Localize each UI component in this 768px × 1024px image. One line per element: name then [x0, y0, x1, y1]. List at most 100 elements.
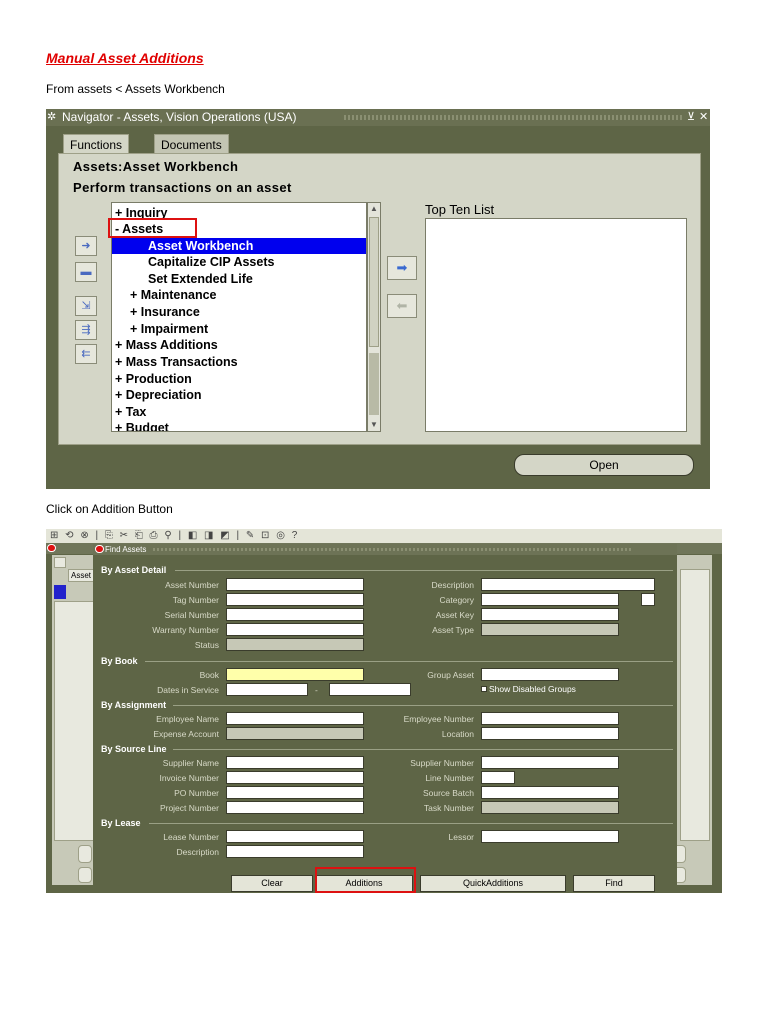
invoice-number-label: Invoice Number — [159, 773, 219, 783]
minimize-icon[interactable]: ⊻ — [687, 109, 695, 126]
tree-item-tax[interactable]: + Tax — [112, 404, 366, 420]
section-book: By Book — [101, 656, 138, 666]
tree-item-mass-additions[interactable]: + Mass Additions — [112, 337, 366, 353]
description-field[interactable] — [481, 578, 655, 591]
category-field[interactable] — [481, 593, 619, 606]
tree-item-production[interactable]: + Production — [112, 371, 366, 387]
section-divider — [145, 661, 673, 662]
supplier-name-field[interactable] — [226, 756, 364, 769]
tree-item-budget[interactable]: + Budget — [112, 420, 366, 431]
tree-item-insurance[interactable]: + Insurance — [112, 304, 366, 320]
function-description: Perform transactions on an asset — [73, 180, 292, 195]
navigator-panel: Assets:Asset Workbench Perform transacti… — [58, 153, 701, 445]
toolbar[interactable]: ⊞ ⟲ ⊗ | ⎘ ✂ ⎗ ⎙ ⚲ | ◧ ◨ ◩ | ✎ ⊡ ◎ ? — [46, 529, 722, 543]
dates-in-service-from[interactable] — [226, 683, 308, 696]
tag-number-label: Tag Number — [172, 595, 219, 605]
document-title: Manual Asset Additions — [46, 50, 204, 66]
lease-number-field[interactable] — [226, 830, 364, 843]
asset-number-field[interactable] — [226, 578, 364, 591]
navigator-titlebar: ✲ Navigator - Assets, Vision Operations … — [46, 109, 710, 126]
employee-name-field[interactable] — [226, 712, 364, 725]
section-divider — [173, 705, 673, 706]
serial-number-field[interactable] — [226, 608, 364, 621]
find-assets-screenshot: ⊞ ⟲ ⊗ | ⎘ ✂ ⎗ ⎙ ⚲ | ◧ ◨ ◩ | ✎ ⊡ ◎ ? Asse… — [46, 529, 722, 893]
book-field[interactable] — [226, 668, 364, 681]
category-label: Category — [439, 595, 475, 605]
supplier-number-label: Supplier Number — [410, 758, 474, 768]
tree-item-mass-transactions[interactable]: + Mass Transactions — [112, 354, 366, 370]
top-ten-label: Top Ten List — [425, 202, 495, 217]
section-asset-detail: By Asset Detail — [101, 565, 167, 575]
supplier-number-field[interactable] — [481, 756, 619, 769]
line-number-label: Line Number — [425, 773, 474, 783]
warranty-number-field[interactable] — [226, 623, 364, 636]
open-button[interactable]: Open — [514, 454, 694, 476]
tag-number-field[interactable] — [226, 593, 364, 606]
employee-number-field[interactable] — [481, 712, 619, 725]
background-close-icon[interactable] — [47, 544, 56, 552]
tree-item-asset-workbench[interactable]: Asset Workbench — [112, 238, 366, 254]
location-label: Location — [441, 729, 474, 739]
quick-additions-button[interactable]: QuickAdditions — [420, 875, 566, 892]
asset-key-field[interactable] — [481, 608, 619, 621]
tree-item-capitalize-cip[interactable]: Capitalize CIP Assets — [112, 254, 366, 270]
group-asset-field[interactable] — [481, 668, 619, 681]
location-field[interactable] — [481, 727, 619, 740]
asset-type-select[interactable] — [481, 623, 619, 636]
top-ten-list[interactable] — [425, 218, 687, 432]
show-disabled-groups-label: Show Disabled Groups — [489, 684, 576, 694]
date-range-dash: - — [315, 685, 318, 695]
find-assets-close-icon[interactable] — [95, 545, 104, 553]
tab-functions[interactable]: Functions — [63, 134, 130, 154]
remove-from-top-ten-button[interactable]: ⬅ — [387, 294, 417, 318]
status-label: Status — [194, 640, 219, 650]
section-assignment: By Assignment — [101, 700, 167, 710]
tab-documents[interactable]: Documents — [154, 134, 229, 154]
find-assets-titlebar: Find Assets — [93, 544, 677, 555]
collapse-all-icon[interactable]: ⇇ — [75, 344, 97, 364]
category-flex-field[interactable] — [641, 593, 655, 606]
background-grid-right — [680, 569, 710, 841]
lease-description-label: Description — [176, 847, 219, 857]
task-number-field[interactable] — [481, 801, 619, 814]
source-batch-field[interactable] — [481, 786, 619, 799]
expand-all-icon[interactable]: ⇶ — [75, 320, 97, 340]
background-button-1[interactable] — [78, 845, 92, 863]
expand-branch-icon[interactable]: ⇲ — [75, 296, 97, 316]
scroll-down-icon[interactable]: ▼ — [368, 419, 380, 431]
lessor-label: Lessor — [448, 832, 474, 842]
expense-account-field[interactable] — [226, 727, 364, 740]
show-disabled-groups-checkbox[interactable] — [481, 686, 487, 692]
invoice-number-field[interactable] — [226, 771, 364, 784]
tree-item-impairment[interactable]: + Impairment — [112, 321, 366, 337]
task-number-label: Task Number — [423, 803, 474, 813]
clear-button[interactable]: Clear — [231, 875, 313, 892]
dates-in-service-to[interactable] — [329, 683, 411, 696]
instruction-additions: Click on Addition Button — [46, 502, 173, 516]
background-button-2[interactable] — [78, 867, 92, 883]
section-divider — [175, 570, 673, 571]
tree-item-depreciation[interactable]: + Depreciation — [112, 387, 366, 403]
lessor-field[interactable] — [481, 830, 619, 843]
tree-item-maintenance[interactable]: + Maintenance — [112, 287, 366, 303]
project-number-field[interactable] — [226, 801, 364, 814]
add-to-top-ten-button[interactable]: ➡ — [387, 256, 417, 280]
tree-scrollbar[interactable]: ▲ ▼ — [367, 202, 381, 432]
tree-item-set-extended-life[interactable]: Set Extended Life — [112, 271, 366, 287]
status-field[interactable] — [226, 638, 364, 651]
serial-number-label: Serial Number — [164, 610, 219, 620]
close-icon[interactable]: ✕ — [699, 109, 708, 126]
find-button[interactable]: Find — [573, 875, 655, 892]
scroll-up-icon[interactable]: ▲ — [368, 203, 380, 215]
description-label: Description — [431, 580, 474, 590]
expand-icon[interactable]: ➜ — [75, 236, 97, 256]
navigator-screenshot: ✲ Navigator - Assets, Vision Operations … — [46, 109, 710, 489]
scroll-thumb[interactable] — [369, 217, 379, 347]
lease-description-field[interactable] — [226, 845, 364, 858]
line-number-field[interactable] — [481, 771, 515, 784]
employee-number-label: Employee Number — [403, 714, 474, 724]
po-number-field[interactable] — [226, 786, 364, 799]
navigator-window-title: Navigator - Assets, Vision Operations (U… — [62, 110, 297, 124]
find-assets-window: Find Assets By Asset Detail Asset Number… — [93, 544, 677, 893]
collapse-icon[interactable]: ▬ — [75, 262, 97, 282]
